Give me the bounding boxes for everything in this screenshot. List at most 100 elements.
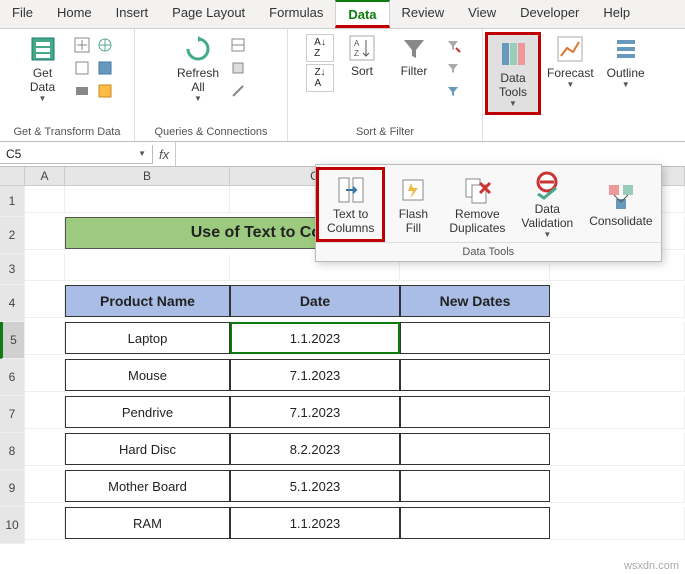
chevron-down-icon: ▼ (39, 94, 47, 103)
advanced-button[interactable] (442, 80, 464, 102)
cell-d5[interactable] (400, 322, 550, 354)
recent-sources-button[interactable] (71, 57, 93, 79)
outline-button[interactable]: Outline ▼ (600, 32, 652, 91)
sort-button[interactable]: AZ Sort (336, 32, 388, 80)
tab-developer[interactable]: Developer (508, 0, 591, 28)
clear-filter-button[interactable] (442, 34, 464, 56)
tab-home[interactable]: Home (45, 0, 104, 28)
cell-d9[interactable] (400, 470, 550, 502)
col-header-b[interactable]: B (65, 167, 230, 186)
cell-b8[interactable]: Hard Disc (65, 433, 230, 465)
cell-e6[interactable] (550, 359, 685, 392)
filter-button[interactable]: Filter (388, 32, 440, 80)
cell-a7[interactable] (25, 396, 65, 429)
row-header-8[interactable]: 8 (0, 433, 25, 470)
cell-b5[interactable]: Laptop (65, 322, 230, 354)
edit-links-button[interactable] (227, 80, 249, 102)
row-header-10[interactable]: 10 (0, 507, 25, 544)
get-data-button[interactable]: Get Data ▼ (17, 32, 69, 105)
cell-a1[interactable] (25, 186, 65, 213)
col-header-a[interactable]: A (25, 167, 65, 186)
row-header-1[interactable]: 1 (0, 186, 25, 217)
cell-c6[interactable]: 7.1.2023 (230, 359, 400, 391)
row-header-6[interactable]: 6 (0, 359, 25, 396)
cell-e7[interactable] (550, 396, 685, 429)
cell-e9[interactable] (550, 470, 685, 503)
cell-c9[interactable]: 5.1.2023 (230, 470, 400, 502)
from-text-csv-button[interactable] (71, 34, 93, 56)
cell-e8[interactable] (550, 433, 685, 466)
formula-bar[interactable] (175, 142, 685, 166)
header-date[interactable]: Date (230, 285, 400, 317)
tab-view[interactable]: View (456, 0, 508, 28)
data-validation-icon (532, 170, 562, 200)
consolidate-icon (606, 182, 636, 212)
tab-help[interactable]: Help (591, 0, 642, 28)
flash-fill-button[interactable]: Flash Fill (385, 167, 441, 242)
row-header-5[interactable]: 5 (0, 322, 25, 359)
data-tools-button[interactable]: Data Tools ▼ (485, 32, 541, 115)
tab-review[interactable]: Review (390, 0, 457, 28)
cell-d8[interactable] (400, 433, 550, 465)
cell-a5[interactable] (25, 322, 65, 355)
cell-b6[interactable]: Mouse (65, 359, 230, 391)
cell-e4[interactable] (550, 285, 685, 318)
sort-desc-button[interactable]: Z↓A (306, 64, 334, 92)
cell-d7[interactable] (400, 396, 550, 428)
from-web-button[interactable] (94, 34, 116, 56)
row-header-4[interactable]: 4 (0, 285, 25, 322)
queries-connections-button[interactable] (227, 34, 249, 56)
cell-b7[interactable]: Pendrive (65, 396, 230, 428)
cell-c8[interactable]: 8.2.2023 (230, 433, 400, 465)
consolidate-button[interactable]: Consolidate (581, 167, 660, 242)
header-new-dates[interactable]: New Dates (400, 285, 550, 317)
sort-asc-button[interactable]: A↓Z (306, 34, 334, 62)
group-queries: Queries & Connections (150, 124, 271, 140)
more-sources-button[interactable] (94, 80, 116, 102)
select-all-corner[interactable] (0, 167, 25, 186)
cell-c5[interactable]: 1.1.2023 (230, 322, 400, 354)
fx-icon[interactable]: fx (153, 147, 175, 162)
cell-d10[interactable] (400, 507, 550, 539)
row-header-2[interactable]: 2 (0, 217, 25, 254)
cell-a6[interactable] (25, 359, 65, 392)
cell-b1[interactable] (65, 186, 230, 213)
cell-a4[interactable] (25, 285, 65, 318)
cell-e10[interactable] (550, 507, 685, 540)
row-header-3[interactable]: 3 (0, 254, 25, 285)
forecast-button[interactable]: Forecast ▼ (541, 32, 600, 91)
from-table-button[interactable] (94, 57, 116, 79)
reapply-button[interactable] (442, 57, 464, 79)
header-product-name[interactable]: Product Name (65, 285, 230, 317)
existing-connections-button[interactable] (71, 80, 93, 102)
cell-e5[interactable] (550, 322, 685, 355)
tab-page-layout[interactable]: Page Layout (160, 0, 257, 28)
row-header-9[interactable]: 9 (0, 470, 25, 507)
row-header-7[interactable]: 7 (0, 396, 25, 433)
cell-a2[interactable] (25, 217, 65, 250)
cell-c7[interactable]: 7.1.2023 (230, 396, 400, 428)
tab-file[interactable]: File (0, 0, 45, 28)
name-box[interactable]: C5 ▼ (0, 145, 153, 164)
tab-insert[interactable]: Insert (104, 0, 161, 28)
sort-label: Sort (351, 64, 373, 78)
filter-label: Filter (401, 64, 428, 78)
text-to-columns-button[interactable]: Text to Columns (316, 167, 385, 242)
refresh-all-button[interactable]: Refresh All ▼ (171, 32, 225, 105)
tab-data[interactable]: Data (335, 0, 389, 28)
flash-fill-icon (398, 175, 428, 205)
cell-a9[interactable] (25, 470, 65, 503)
cell-d6[interactable] (400, 359, 550, 391)
data-validation-label: Data Validation (521, 202, 573, 230)
properties-button[interactable] (227, 57, 249, 79)
cell-b9[interactable]: Mother Board (65, 470, 230, 502)
data-validation-button[interactable]: Data Validation ▼ (513, 167, 581, 242)
cell-a8[interactable] (25, 433, 65, 466)
cell-c10[interactable]: 1.1.2023 (230, 507, 400, 539)
remove-duplicates-button[interactable]: Remove Duplicates (441, 167, 513, 242)
cell-a10[interactable] (25, 507, 65, 540)
cell-a3[interactable] (25, 254, 65, 281)
cell-b3[interactable] (65, 254, 230, 281)
tab-formulas[interactable]: Formulas (257, 0, 335, 28)
cell-b10[interactable]: RAM (65, 507, 230, 539)
